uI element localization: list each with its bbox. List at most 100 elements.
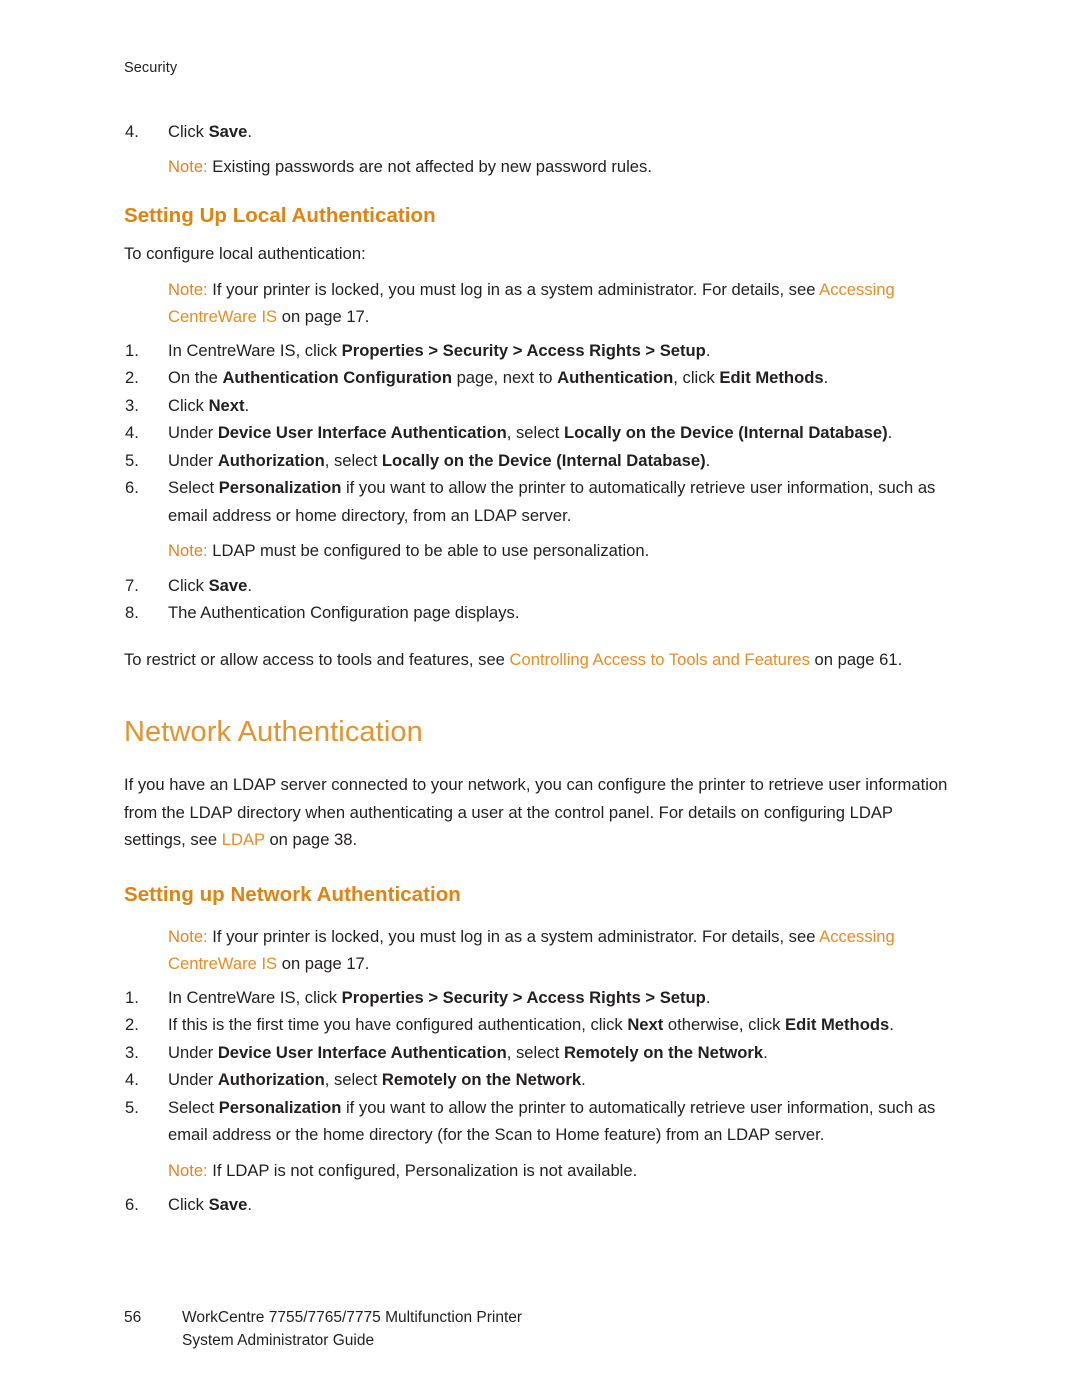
- document-page: Security 4. Click Save. Note: Existing pa…: [0, 0, 1080, 1397]
- list-item-text-bold: Save: [208, 1195, 248, 1214]
- note-text-part-2: on page 17.: [277, 954, 370, 973]
- network-intro-tail: on page 38.: [264, 830, 358, 849]
- list-item-text: .: [705, 987, 711, 1007]
- network-authentication-step-list: 1. In CentreWare IS, click Properties > S…: [124, 984, 956, 1149]
- list-item-number: 4.: [125, 122, 139, 141]
- list-item-text-post: .: [247, 122, 252, 141]
- paragraph-network-auth-intro: If you have an LDAP server connected to …: [124, 771, 956, 854]
- list-item-text: .: [705, 450, 711, 470]
- note-label: Note:: [168, 156, 208, 176]
- carryover-step-list: 4. Click Save.: [124, 118, 956, 146]
- list-item-text-bold: Remotely on the Network: [381, 1070, 582, 1089]
- list-item-text-bold: Authorization: [217, 450, 325, 470]
- local-authentication-step-list-tail: 7. Click Save. 8. The Authentication Config…: [124, 572, 956, 627]
- list-item-text-bold: Authentication Configuration: [222, 368, 452, 387]
- list-item-text-bold: Properties > Security > Access Rights > …: [341, 987, 706, 1007]
- page-content: 4. Click Save. Note: Existing passwords a…: [124, 118, 956, 1219]
- list-item-text-bold: Next: [208, 395, 245, 415]
- list-item-number: 3.: [125, 1042, 139, 1062]
- list-item-text: Under: [168, 450, 218, 470]
- list-item-text: otherwise, click: [663, 1015, 786, 1034]
- list-item: 4. Under Device User Interface Authentica…: [124, 419, 956, 447]
- footer-line-1: WorkCentre 7755/7765/7775 Multifunction …: [182, 1309, 523, 1326]
- list-item-text-bold: Edit Methods: [719, 368, 824, 387]
- list-item-text-bold: Authorization: [217, 1070, 325, 1089]
- list-item-text: , click: [673, 368, 720, 387]
- list-item-number: 6.: [125, 478, 139, 497]
- list-item-text: .: [705, 340, 711, 360]
- list-item-text-bold: Authentication: [557, 368, 674, 387]
- list-item: 3. Click Next.: [124, 392, 956, 420]
- note-existing-passwords: Note: Existing passwords are not affecte…: [168, 153, 956, 181]
- list-item-number: 3.: [125, 395, 139, 415]
- list-item-text: If this is the first time you have confi…: [168, 1015, 628, 1034]
- footer-line-2: System Administrator Guide: [182, 1332, 375, 1349]
- list-item-number: 8.: [125, 603, 139, 622]
- list-item-text: In CentreWare IS, click: [168, 987, 342, 1007]
- list-item-text: .: [889, 1015, 894, 1034]
- list-item-text: Under: [168, 1070, 218, 1089]
- list-item-text: .: [823, 368, 829, 387]
- list-item: 4. Click Save.: [124, 118, 956, 146]
- list-item-text: Select: [168, 478, 219, 497]
- list-item: 5. Under Authorization, select Locally on…: [124, 447, 956, 475]
- list-item-text: .: [763, 1042, 768, 1062]
- network-authentication-step-list-tail: 6. Click Save.: [124, 1191, 956, 1219]
- note-text-part-2: on page 17.: [277, 307, 370, 326]
- xref-controlling-access-to-tools-and-features[interactable]: Controlling Access to Tools and Features: [510, 650, 810, 669]
- list-item: 5. Select Personalization if you want to …: [124, 1094, 956, 1149]
- running-header: Security: [124, 60, 178, 76]
- list-item-text: .: [247, 575, 252, 595]
- list-item-text: Select: [168, 1097, 219, 1117]
- list-item-text: Under: [168, 423, 218, 442]
- list-item-text-bold: Save: [208, 575, 248, 595]
- list-item: 4. Under Authorization, select Remotely o…: [124, 1066, 956, 1094]
- list-item-text-bold: Locally on the Device (Internal Database…: [563, 423, 888, 442]
- heading-network-authentication: Network Authentication: [124, 716, 423, 748]
- list-item-text-bold: Properties > Security > Access Rights > …: [341, 340, 706, 360]
- list-item-text: On the: [168, 368, 223, 387]
- list-item-number: 6.: [125, 1195, 139, 1214]
- list-item-number: 1.: [125, 340, 139, 360]
- list-item: 1. In CentreWare IS, click Properties > S…: [124, 337, 956, 365]
- list-item-text-bold: Locally on the Device (Internal Database…: [381, 450, 706, 470]
- note-ldap-not-configured: Note: If LDAP is not configured, Persona…: [168, 1157, 956, 1185]
- list-item: 2. If this is the first time you have con…: [124, 1011, 956, 1039]
- paragraph-configure-local-auth: To configure local authentication:: [124, 244, 366, 263]
- page-footer: 56 WorkCentre 7755/7765/7775 Multifuncti…: [124, 1306, 824, 1352]
- list-item-text-bold: Personalization: [218, 1097, 342, 1117]
- list-item-text: .: [887, 423, 893, 442]
- note-text: LDAP must be configured to be able to us…: [207, 541, 650, 560]
- list-item: 2. On the Authentication Configuration pa…: [124, 364, 956, 392]
- list-item-text: In CentreWare IS, click: [168, 340, 342, 360]
- list-item-text-bold: Personalization: [218, 478, 342, 497]
- list-item-number: 4.: [125, 423, 139, 442]
- xref-ldap[interactable]: LDAP: [222, 830, 265, 849]
- heading-setting-up-local-authentication: Setting Up Local Authentication: [124, 204, 436, 227]
- list-item-number: 5.: [125, 450, 139, 470]
- note-printer-locked-local: Note: If your printer is locked, you mus…: [168, 276, 956, 331]
- note-label: Note:: [168, 279, 208, 299]
- list-item-text: , select: [506, 423, 564, 442]
- list-item: 8. The Authentication Configuration page …: [124, 599, 956, 627]
- note-label: Note:: [168, 1160, 208, 1180]
- list-item-number: 7.: [125, 575, 139, 595]
- list-item: 3. Under Device User Interface Authentica…: [124, 1039, 956, 1067]
- list-item-text: , select: [324, 1070, 382, 1089]
- note-text: If LDAP is not configured, Personalizati…: [207, 1160, 638, 1180]
- list-item-text: .: [244, 395, 250, 415]
- list-item-text: page, next to: [451, 368, 558, 387]
- list-item-text-bold: Edit Methods: [785, 1015, 890, 1034]
- list-item: 6. Click Save.: [124, 1191, 956, 1219]
- list-item-text-bold: Next: [627, 1015, 664, 1034]
- footer-page-number: 56: [124, 1309, 142, 1326]
- note-text-part-1: If your printer is locked, you must log …: [207, 279, 820, 299]
- list-item-text-bold: Device User Interface Authentication: [217, 423, 507, 442]
- list-item-number: 2.: [125, 368, 139, 387]
- list-item-text-bold: Device User Interface Authentication: [217, 1042, 507, 1062]
- list-item-text: .: [247, 1195, 252, 1214]
- list-item-text-bold: Remotely on the Network: [563, 1042, 764, 1062]
- list-item-text: , select: [324, 450, 382, 470]
- note-text-part-1: If your printer is locked, you must log …: [207, 926, 820, 946]
- list-item: 7. Click Save.: [124, 572, 956, 600]
